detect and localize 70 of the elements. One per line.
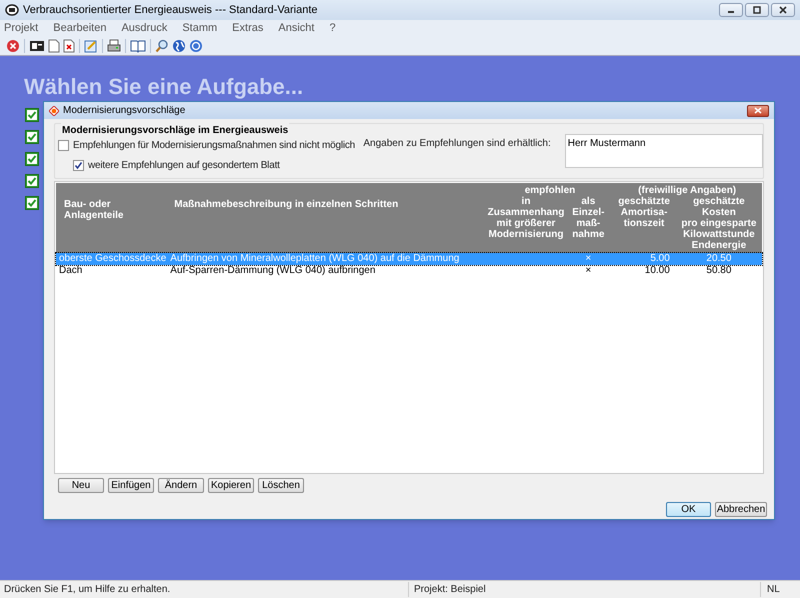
globe-icon[interactable] <box>172 38 186 52</box>
table-row[interactable]: Dach Auf-Sparren-Dämmung (WLG 040) aufbringen × 10.00 50.80 <box>56 265 762 277</box>
task-checkbox[interactable] <box>25 174 39 188</box>
maximize-button[interactable] <box>745 3 769 17</box>
close-button[interactable] <box>771 3 795 17</box>
status-text: Drücken Sie F1, um Hilfe zu erhalten. <box>3 583 172 597</box>
table-cell: Dach <box>56 265 166 277</box>
group-title: Modernisierungsvorschläge im Energieausweis <box>61 123 290 138</box>
table-cell: × <box>564 253 612 265</box>
checkbox[interactable] <box>58 140 69 151</box>
column-header[interactable]: in Zusammenhang mit größerer Modernisierung <box>488 196 564 253</box>
search-icon[interactable] <box>155 38 169 52</box>
delete-document-icon[interactable] <box>63 38 75 52</box>
status-text: Projekt: Beispiel <box>408 582 760 597</box>
list-button[interactable]: Kopieren <box>208 478 254 493</box>
menu-item[interactable]: Ansicht <box>278 20 314 36</box>
minimize-button[interactable] <box>719 3 743 17</box>
list-button[interactable]: Löschen <box>258 478 304 493</box>
task-checkbox[interactable] <box>25 196 39 210</box>
column-header[interactable]: Bau- oder Anlagenteile <box>56 196 166 253</box>
menu-item[interactable]: Projekt <box>4 20 38 36</box>
table-cell: oberste Geschossdecke <box>56 253 166 265</box>
table-cell: 5.00 <box>612 253 676 265</box>
column-group-header: (freiwillige Angaben) <box>612 183 762 196</box>
task-checkbox[interactable] <box>25 108 39 122</box>
checkbox-label: weitere Empfehlungen auf gesondertem Blatt <box>88 159 280 173</box>
task-checkbox[interactable] <box>25 130 39 144</box>
window-title: Verbrauchsorientierter Energieausweis --- Standard-Variante <box>23 2 318 18</box>
menu-item[interactable]: Bearbeiten <box>53 20 106 36</box>
dialog-title: Modernisierungsvorschläge <box>63 104 186 118</box>
table-cell: × <box>564 265 612 277</box>
column-header[interactable]: geschätzte Kosten pro eingesparte Kilowattstunde Endenergie <box>676 196 762 253</box>
close-button[interactable] <box>747 104 769 116</box>
list-button[interactable]: Ändern <box>158 478 204 493</box>
column-group-header: empfohlen <box>488 183 612 196</box>
close-icon[interactable] <box>6 38 20 52</box>
printer-icon[interactable] <box>107 38 121 52</box>
dialog-button[interactable]: OK <box>666 502 711 517</box>
dialog-button[interactable]: Abbrechen <box>715 502 767 517</box>
menu-item[interactable]: Stamm <box>182 20 218 36</box>
close-icon <box>754 107 762 114</box>
id-card-icon[interactable] <box>29 38 45 52</box>
list-button[interactable]: Einfügen <box>108 478 154 493</box>
dialog-icon <box>49 106 59 116</box>
help-icon[interactable] <box>189 38 203 52</box>
document-icon[interactable] <box>48 38 60 52</box>
checkbox[interactable] <box>73 160 84 171</box>
table-cell: 10.00 <box>612 265 676 277</box>
maximize-icon <box>753 6 761 14</box>
menu-item[interactable]: ? <box>329 20 336 36</box>
table-cell: 20.50 <box>676 253 762 265</box>
table-cell: Auf-Sparren-Dämmung (WLG 040) aufbringen <box>166 265 488 277</box>
table-cell: Aufbringen von Mineralwolleplatten (WLG 040) auf die Dämmung <box>166 253 488 265</box>
menu-item[interactable]: Extras <box>232 20 264 36</box>
close-icon <box>779 6 787 14</box>
table-cell: 50.80 <box>676 265 762 277</box>
list-button[interactable]: Neu <box>58 478 104 493</box>
field-label: Angaben zu Empfehlungen sind erhältlich: <box>363 137 551 151</box>
page-heading: Wählen Sie eine Aufgabe... <box>24 74 304 100</box>
contact-field[interactable]: Herr Mustermann <box>564 134 763 168</box>
edit-icon[interactable] <box>84 38 98 52</box>
book-icon[interactable] <box>130 38 146 52</box>
column-header[interactable]: als Einzel- maß- nahme <box>564 196 612 253</box>
column-header[interactable]: Maßnahmebeschreibung in einzelnen Schritten <box>166 196 488 253</box>
status-text: NL <box>760 582 800 597</box>
column-header[interactable]: geschätzte Amortisa- tionszeit <box>612 196 676 253</box>
task-checkbox[interactable] <box>25 152 39 166</box>
menu-item[interactable]: Ausdruck <box>121 20 168 36</box>
checkbox-label: Empfehlungen für Modernisierungsmaßnahmen sind nicht möglich <box>73 139 356 153</box>
app-logo-icon <box>5 4 19 16</box>
